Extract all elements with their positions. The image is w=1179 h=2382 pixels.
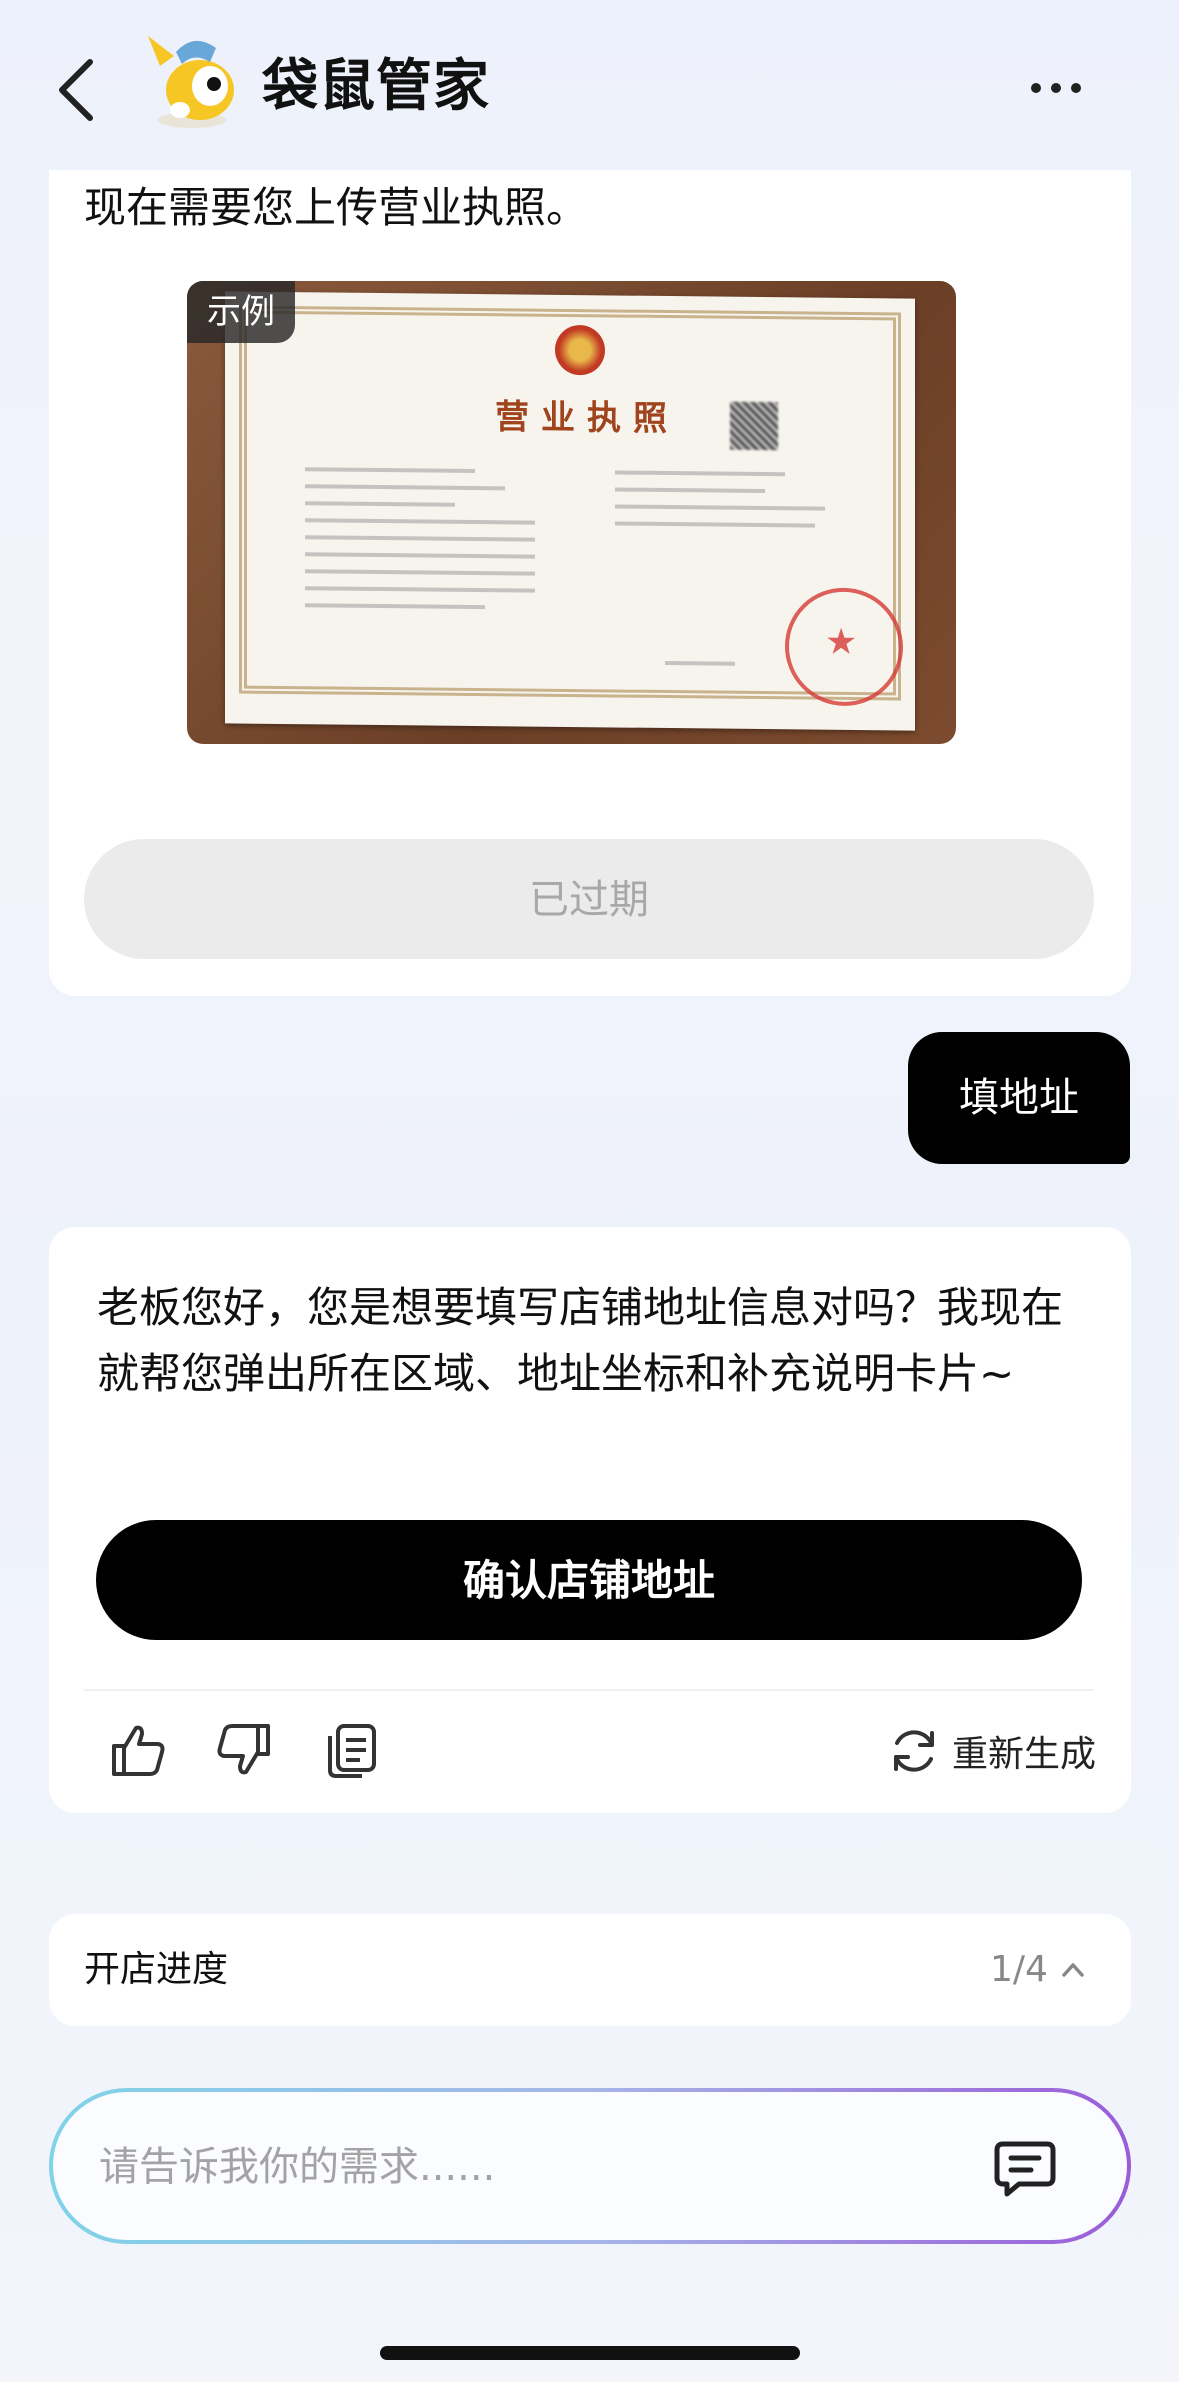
regenerate-label: 重新生成 [952,1734,1097,1775]
chevron-up-icon[interactable] [1058,1955,1088,1985]
license-paper: 营业执照 [225,291,915,731]
license-title: 营业执照 [495,397,679,440]
back-arrow-icon[interactable] [50,50,110,130]
progress-label: 开店进度 [84,1949,229,1990]
qr-code-icon [730,401,778,451]
thumbs-up-icon[interactable] [108,1720,168,1780]
divider [84,1689,1094,1691]
confirm-store-address-button[interactable]: 确认店铺地址 [96,1520,1082,1640]
upload-prompt-text: 现在需要您上传营业执照。 [84,183,589,232]
business-license-example-image[interactable]: 营业执照 [187,281,956,744]
kangaroo-mascot-avatar [148,36,234,128]
app-title: 袋鼠管家 [262,54,490,119]
assistant-reply-text: 老板您好，您是想要填写店铺地址信息对吗？我现在就帮您弹出所在区域、地址坐标和补充… [97,1283,1064,1398]
message-icon[interactable] [993,2138,1057,2198]
user-message-bubble: 填地址 [908,1032,1130,1164]
expired-upload-button[interactable]: 已过期 [84,839,1094,959]
regenerate-button[interactable]: 重新生成 [888,1716,1096,1786]
chat-input-container [49,2088,1131,2244]
thumbs-down-icon[interactable] [214,1720,274,1780]
refresh-icon [894,1730,934,1772]
example-badge: 示例 [187,281,295,343]
more-options-icon[interactable] [1030,82,1082,94]
national-emblem-icon [555,324,605,376]
copy-icon[interactable] [322,1720,382,1780]
chat-input[interactable] [97,2092,981,2242]
red-seal-stamp [785,587,903,707]
home-indicator[interactable] [380,2346,800,2360]
progress-count: 1/4 [990,1949,1048,1990]
